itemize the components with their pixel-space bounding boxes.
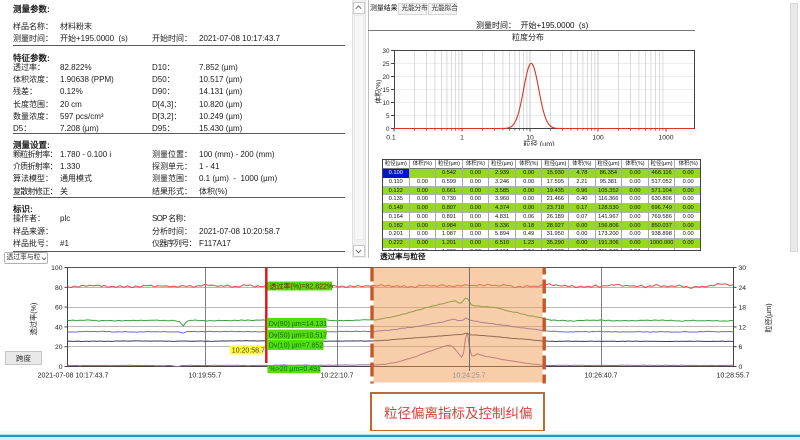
svg-text:Dv(10) µm=7.852: Dv(10) µm=7.852: [269, 343, 324, 350]
svg-text:2021-07-08 10:17:43.7: 2021-07-08 10:17:43.7: [38, 373, 109, 380]
svg-text:60: 60: [55, 305, 63, 312]
svg-text:100: 100: [51, 265, 63, 272]
svg-text:Dv(90) µm=14.131: Dv(90) µm=14.131: [269, 321, 327, 328]
svg-text:12: 12: [739, 324, 747, 331]
svg-text:0: 0: [386, 126, 390, 133]
svg-text:Dv(50) µm=10.517: Dv(50) µm=10.517: [269, 332, 327, 339]
svg-text:20: 20: [382, 74, 390, 81]
svg-text:10:20:58.7: 10:20:58.7: [232, 347, 265, 354]
svg-text:1: 1: [460, 135, 464, 142]
svg-text:10:19:55.7: 10:19:55.7: [188, 373, 221, 380]
svg-text:透过率(%)=82.822%: 透过率(%)=82.822%: [270, 281, 334, 290]
svg-text:40: 40: [55, 324, 63, 331]
svg-text:10:28:55.7: 10:28:55.7: [716, 373, 749, 380]
svg-text:18: 18: [739, 305, 747, 312]
svg-text:30: 30: [382, 48, 390, 55]
svg-text:透过率(%): 透过率(%): [29, 303, 38, 336]
svg-text:10:24:25.7: 10:24:25.7: [452, 373, 485, 380]
svg-text:10: 10: [382, 100, 390, 107]
svg-text:6: 6: [739, 344, 743, 351]
svg-text:5: 5: [386, 113, 390, 120]
svg-text:100: 100: [592, 135, 604, 142]
svg-text:80: 80: [55, 285, 63, 292]
svg-text:粒径 (µm): 粒径 (µm): [523, 140, 554, 147]
svg-text:0: 0: [59, 364, 63, 371]
svg-text:10:22:10.7: 10:22:10.7: [320, 373, 353, 380]
svg-text:粒径(µm): 粒径(µm): [764, 303, 773, 332]
svg-text:15: 15: [382, 87, 390, 94]
svg-text:20: 20: [55, 344, 63, 351]
svg-text:%>20 µm=0.491: %>20 µm=0.491: [269, 366, 321, 373]
svg-text:1000: 1000: [658, 135, 673, 142]
svg-text:25: 25: [382, 61, 390, 68]
svg-text:30: 30: [739, 265, 747, 272]
svg-text:24: 24: [739, 285, 747, 292]
svg-text:0: 0: [739, 364, 743, 371]
svg-text:0.1: 0.1: [386, 135, 396, 142]
svg-text:体积(%): 体积(%): [374, 79, 383, 103]
svg-text:10:26:40.7: 10:26:40.7: [584, 373, 617, 380]
